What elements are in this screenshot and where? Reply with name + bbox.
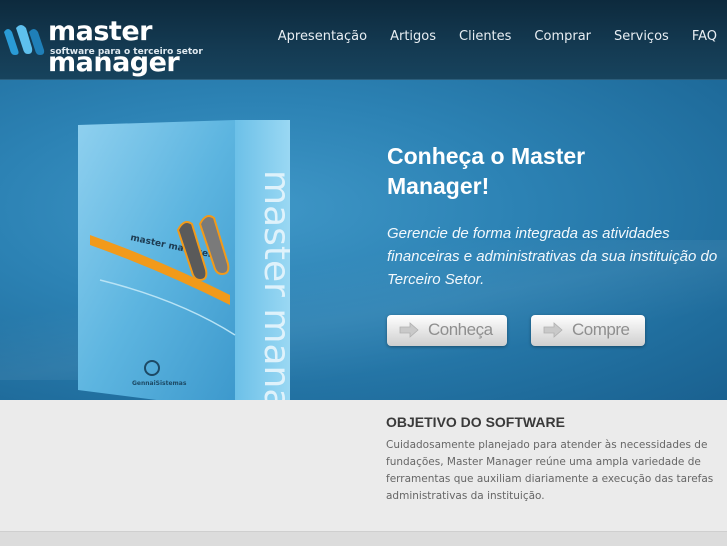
nav-servicos[interactable]: Serviços <box>614 29 669 44</box>
arrow-right-icon <box>543 322 563 338</box>
box-brand: GennaiSistemas <box>132 380 187 387</box>
arrow-right-icon <box>399 322 419 338</box>
nav-apresentacao[interactable]: Apresentação <box>278 29 367 44</box>
nav-faq[interactable]: FAQ <box>692 29 717 44</box>
logo-icon <box>4 25 45 55</box>
box-spine-text: master manager <box>256 170 297 400</box>
logo-subtitle: software para o terceiro setor <box>50 47 203 57</box>
logo[interactable]: master manager software para o terceiro … <box>0 16 260 78</box>
hero-banner: master manager master manager GennaiSist… <box>0 80 727 400</box>
compre-button[interactable]: Compre <box>531 315 645 346</box>
hero-title: Conheça o Master Manager! <box>387 143 586 199</box>
conheca-button[interactable]: Conheça <box>387 315 507 346</box>
objective-text: Cuidadosamente planejado para atender às… <box>386 439 714 502</box>
product-box-image: master manager master manager GennaiSist… <box>78 120 297 400</box>
nav-clientes[interactable]: Clientes <box>459 29 511 44</box>
main-nav: Apresentação Artigos Clientes Comprar Se… <box>255 29 717 44</box>
objective-section: OBJETIVO DO SOFTWARE Cuidadosamente plan… <box>0 400 727 545</box>
conheca-button-label: Conheça <box>428 320 493 339</box>
objective-title: OBJETIVO DO SOFTWARE <box>386 414 565 430</box>
site-header: master manager software para o terceiro … <box>0 0 727 80</box>
footer-divider <box>0 531 727 546</box>
hero-description: Gerencie de forma integrada as atividade… <box>387 225 718 288</box>
nav-artigos[interactable]: Artigos <box>390 29 436 44</box>
nav-comprar[interactable]: Comprar <box>534 29 591 44</box>
compre-button-label: Compre <box>572 320 630 339</box>
